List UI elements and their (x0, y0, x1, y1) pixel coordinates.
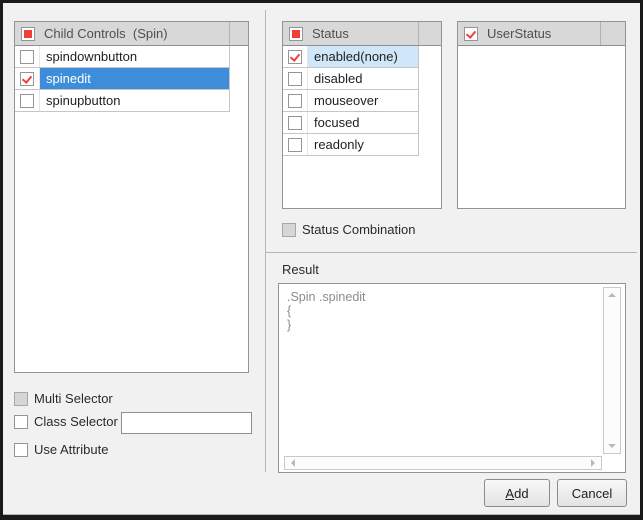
multi-selector-option: Multi Selector (14, 391, 113, 406)
class-selector-option[interactable]: Class Selector (14, 414, 118, 429)
use-attribute-label: Use Attribute (34, 442, 108, 457)
list-item-label: focused (308, 112, 418, 133)
cancel-button[interactable]: Cancel (557, 479, 627, 507)
header-separator (418, 22, 419, 45)
checkbox-cell (283, 134, 308, 155)
scroll-left-icon[interactable] (291, 459, 295, 467)
dialog-window: Child Controls (Spin) spindownbutton spi… (0, 0, 643, 520)
checkbox-cell (283, 46, 308, 67)
list-item-label: readonly (308, 134, 418, 155)
list-item-spinedit[interactable]: spinedit (15, 68, 230, 90)
row-checkbox[interactable] (20, 50, 34, 64)
status-combination-label: Status Combination (302, 222, 415, 237)
horizontal-divider (266, 252, 637, 253)
scroll-down-icon[interactable] (608, 444, 616, 448)
list-item-label: spinupbutton (40, 90, 229, 111)
row-checkbox[interactable] (288, 138, 302, 152)
list-item-disabled[interactable]: disabled (283, 68, 419, 90)
list-item-label: spindownbutton (40, 46, 229, 67)
class-selector-label: Class Selector (34, 414, 118, 429)
row-checkbox[interactable] (288, 94, 302, 108)
scroll-right-icon[interactable] (591, 459, 595, 467)
user-status-title: UserStatus (487, 26, 551, 41)
list-item-label: enabled(none) (308, 46, 418, 67)
checkbox-cell (15, 68, 40, 89)
checkbox-cell (283, 112, 308, 133)
result-box: .Spin .spinedit { } (278, 283, 626, 473)
row-checkbox[interactable] (288, 116, 302, 130)
child-controls-title: Child Controls (Spin) (44, 26, 168, 41)
vertical-scrollbar[interactable] (603, 287, 621, 454)
vertical-divider (265, 10, 266, 472)
row-checkbox[interactable] (20, 72, 34, 86)
list-item-label: spinedit (40, 68, 229, 89)
checkbox-cell (15, 90, 40, 111)
list-item-label: mouseover (308, 90, 418, 111)
list-item-spinupbutton[interactable]: spinupbutton (15, 90, 230, 112)
row-checkbox[interactable] (20, 94, 34, 108)
use-attribute-checkbox[interactable] (14, 443, 28, 457)
checkbox-cell (283, 68, 308, 89)
list-item-label: disabled (308, 68, 418, 89)
user-status-header-checkbox[interactable] (464, 27, 478, 41)
child-controls-panel: Child Controls (Spin) spindownbutton spi… (14, 21, 249, 373)
add-button-label: dd (514, 486, 528, 501)
status-header-checkbox[interactable] (289, 27, 303, 41)
list-item-enabled[interactable]: enabled(none) (283, 46, 419, 68)
class-selector-checkbox[interactable] (14, 415, 28, 429)
multi-selector-label: Multi Selector (34, 391, 113, 406)
horizontal-scrollbar[interactable] (284, 456, 602, 470)
list-item-spindownbutton[interactable]: spindownbutton (15, 46, 230, 68)
status-combination-checkbox (282, 223, 296, 237)
multi-selector-checkbox (14, 392, 28, 406)
status-panel: Status enabled(none) disabled mouseover … (282, 21, 442, 209)
result-text[interactable]: .Spin .spinedit { } (287, 290, 597, 450)
list-item-readonly[interactable]: readonly (283, 134, 419, 156)
add-button-mnemonic: A (505, 486, 514, 501)
status-combination-option: Status Combination (282, 222, 415, 237)
use-attribute-option[interactable]: Use Attribute (14, 442, 108, 457)
result-label: Result (282, 262, 319, 277)
user-status-panel: UserStatus (457, 21, 626, 209)
checkbox-cell (15, 46, 40, 67)
user-status-header: UserStatus (458, 22, 625, 46)
row-checkbox[interactable] (288, 50, 302, 64)
scroll-up-icon[interactable] (608, 293, 616, 297)
list-item-mouseover[interactable]: mouseover (283, 90, 419, 112)
checkbox-cell (283, 90, 308, 111)
list-item-focused[interactable]: focused (283, 112, 419, 134)
child-controls-header: Child Controls (Spin) (15, 22, 248, 46)
add-button[interactable]: Add (484, 479, 550, 507)
status-header: Status (283, 22, 441, 46)
cancel-button-label: Cancel (572, 486, 612, 501)
class-selector-input[interactable] (121, 412, 252, 434)
row-checkbox[interactable] (288, 72, 302, 86)
header-separator (229, 22, 230, 45)
header-separator (600, 22, 601, 45)
child-controls-header-checkbox[interactable] (21, 27, 35, 41)
status-title: Status (312, 26, 349, 41)
